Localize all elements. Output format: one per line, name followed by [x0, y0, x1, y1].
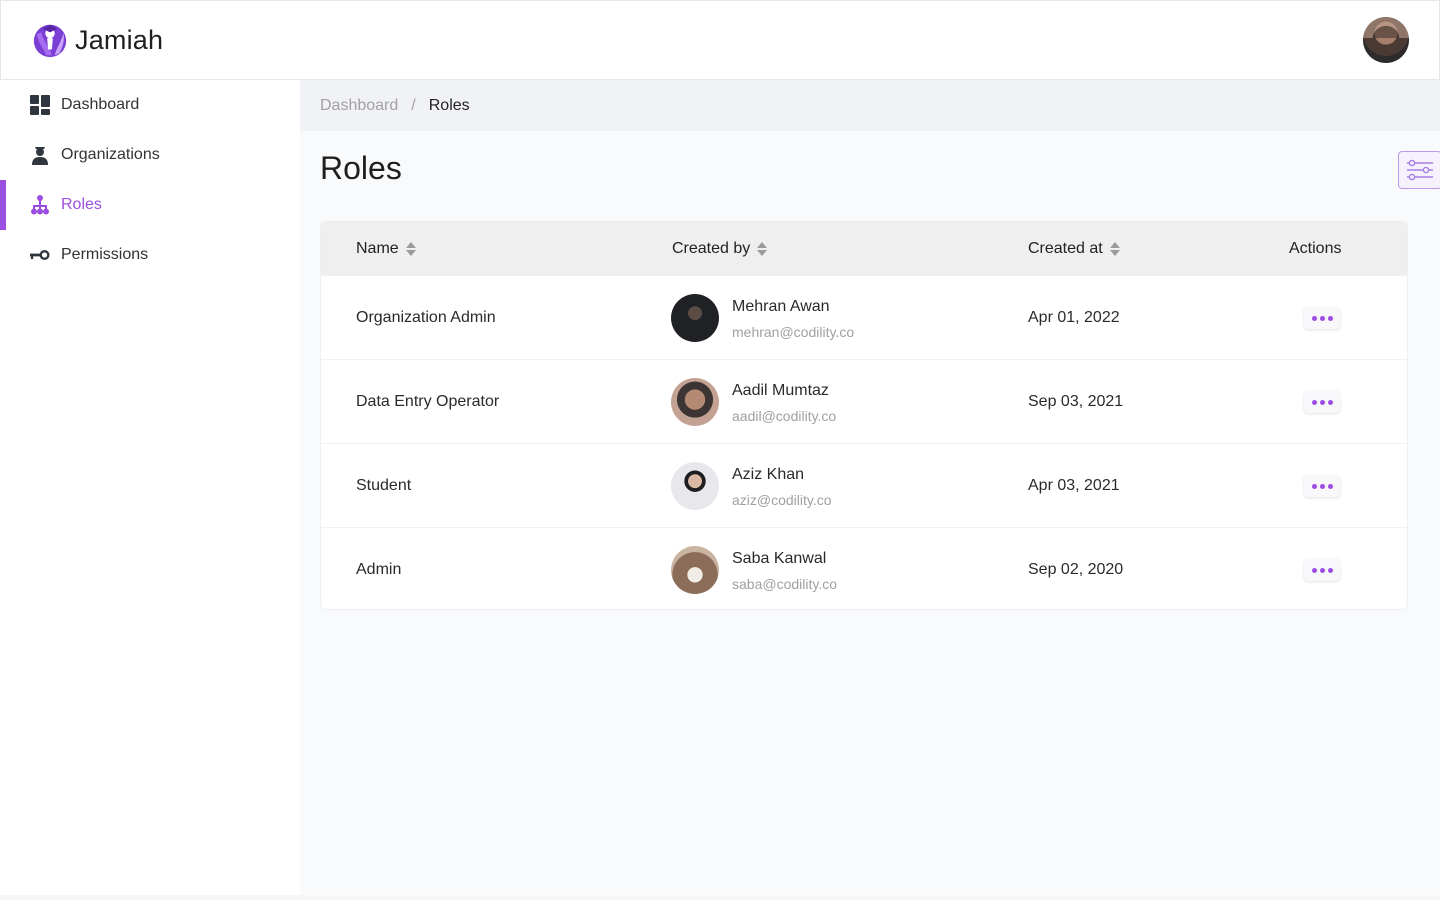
user-name: Saba Kanwal — [732, 549, 827, 567]
role-name: Organization Admin — [356, 309, 496, 326]
more-horizontal-icon — [1311, 399, 1317, 405]
top-header: Jamiah — [0, 0, 1440, 80]
more-actions-button[interactable] — [1304, 391, 1340, 413]
breadcrumb-current: Roles — [428, 96, 470, 114]
table-row: Student Aziz Khan aziz@codility.co Apr 0… — [321, 443, 1407, 527]
column-header-name[interactable]: Name — [356, 240, 417, 258]
role-name: Data Entry Operator — [356, 393, 500, 410]
brand-name: Jamiah — [75, 24, 164, 55]
more-horizontal-icon — [1311, 483, 1317, 489]
avatar — [671, 462, 719, 510]
column-header-actions: Actions — [1289, 240, 1341, 258]
created-at: Apr 01, 2022 — [1028, 309, 1120, 326]
more-horizontal-icon — [1311, 567, 1317, 573]
more-actions-button[interactable] — [1304, 307, 1340, 329]
actions-cell — [1304, 444, 1340, 528]
actions-cell — [1304, 360, 1340, 444]
table-row: Data Entry Operator Aadil Mumtaz aadil@c… — [321, 359, 1407, 443]
more-horizontal-icon — [1327, 483, 1333, 489]
sidebar-item-label: Organizations — [61, 146, 160, 163]
created-by-cell: Saba Kanwal saba@codility.co — [671, 528, 837, 609]
more-horizontal-icon — [1319, 483, 1325, 489]
sidebar-item-organizations[interactable]: Organizations — [0, 130, 300, 180]
breadcrumb-separator: / — [411, 96, 416, 114]
more-horizontal-icon — [1327, 399, 1333, 405]
more-actions-button[interactable] — [1304, 559, 1340, 581]
breadcrumb: Dashboard / Roles — [300, 80, 1440, 131]
created-at: Apr 03, 2021 — [1028, 477, 1120, 494]
actions-cell — [1304, 276, 1340, 360]
brand-logo[interactable]: Jamiah — [31, 21, 163, 59]
more-horizontal-icon — [1311, 315, 1317, 321]
breadcrumb-dashboard-link[interactable]: Dashboard — [320, 97, 398, 115]
user-graduate-icon — [30, 145, 50, 165]
role-name: Admin — [356, 561, 402, 578]
more-horizontal-icon — [1327, 315, 1333, 321]
sort-icon — [405, 241, 416, 256]
more-horizontal-icon — [1319, 315, 1325, 321]
roles-table: Name Created by Created at Actions Organ… — [320, 221, 1408, 610]
created-at: Sep 02, 2020 — [1028, 561, 1124, 578]
table-row: Organization Admin Mehran Awan mehran@co… — [321, 275, 1407, 359]
user-name: Mehran Awan — [732, 297, 830, 315]
user-name: Aziz Khan — [732, 465, 805, 483]
created-by-cell: Mehran Awan mehran@codility.co — [671, 276, 854, 360]
graduate-logo-icon — [33, 24, 67, 58]
column-label: Created by — [672, 239, 751, 257]
avatar — [671, 378, 719, 426]
user-email: saba@codility.co — [732, 575, 837, 592]
role-name: Student — [356, 477, 412, 494]
column-header-created-at[interactable]: Created at — [1028, 240, 1121, 258]
avatar — [671, 546, 719, 594]
sort-icon — [757, 241, 768, 256]
avatar — [671, 294, 719, 342]
sidebar-item-label: Roles — [61, 196, 102, 213]
sidebar: Dashboard Organizations Roles Permission… — [0, 80, 300, 895]
sliders-icon — [1407, 159, 1433, 181]
sidebar-item-roles[interactable]: Roles — [0, 180, 300, 230]
sidebar-item-permissions[interactable]: Permissions — [0, 230, 300, 280]
more-horizontal-icon — [1327, 567, 1333, 573]
sitemap-icon — [30, 195, 50, 215]
filter-button[interactable] — [1398, 151, 1440, 189]
sidebar-item-label: Permissions — [61, 246, 149, 263]
sort-icon — [1109, 241, 1120, 256]
column-label: Name — [356, 239, 399, 257]
user-email: aziz@codility.co — [732, 491, 832, 508]
user-name: Aadil Mumtaz — [732, 381, 829, 399]
more-actions-button[interactable] — [1304, 475, 1340, 497]
key-icon — [30, 245, 50, 265]
created-at: Sep 03, 2021 — [1028, 393, 1124, 410]
column-header-created-by[interactable]: Created by — [672, 240, 768, 258]
more-horizontal-icon — [1319, 567, 1325, 573]
bottom-divider — [0, 895, 1440, 900]
created-by-cell: Aadil Mumtaz aadil@codility.co — [671, 360, 836, 444]
created-by-cell: Aziz Khan aziz@codility.co — [671, 444, 832, 528]
table-row: Admin Saba Kanwal saba@codility.co Sep 0… — [321, 527, 1407, 609]
column-label: Actions — [1289, 239, 1342, 257]
page-title: Roles — [320, 150, 402, 186]
more-horizontal-icon — [1319, 399, 1325, 405]
user-email: aadil@codility.co — [732, 407, 837, 424]
user-email: mehran@codility.co — [732, 323, 855, 340]
sidebar-item-dashboard[interactable]: Dashboard — [0, 80, 300, 130]
sidebar-item-label: Dashboard — [61, 96, 140, 113]
user-avatar[interactable] — [1363, 17, 1409, 63]
column-label: Created at — [1028, 239, 1103, 257]
table-header: Name Created by Created at Actions — [321, 222, 1407, 275]
dashboard-grid-icon — [30, 95, 50, 115]
actions-cell — [1304, 528, 1340, 609]
